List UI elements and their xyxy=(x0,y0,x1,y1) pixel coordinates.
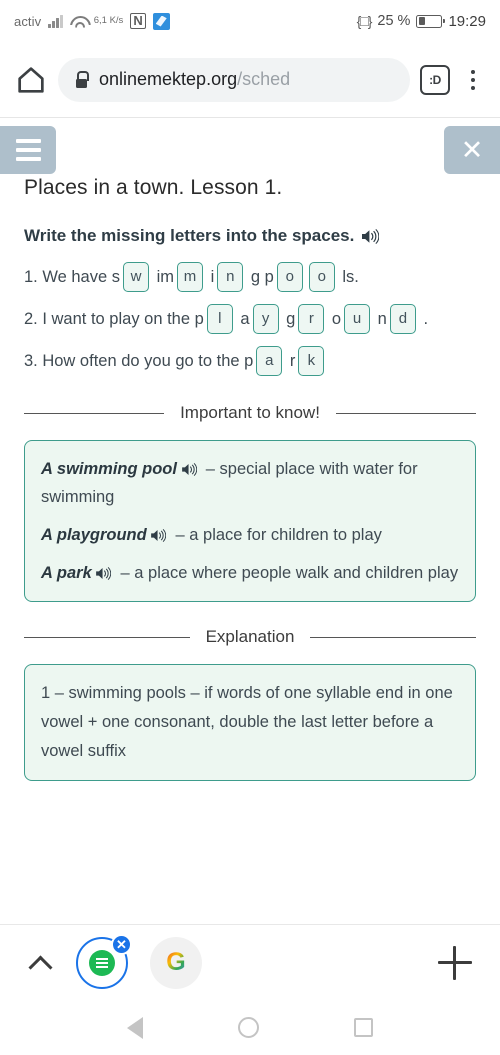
hamburger-icon xyxy=(15,139,41,161)
divider-line-right xyxy=(335,412,476,414)
browser-tab-strip: ✕ G xyxy=(0,924,500,1000)
explanation-divider: Explanation xyxy=(24,626,476,648)
home-circle-icon[interactable] xyxy=(237,1017,259,1038)
battery-icon xyxy=(416,14,446,28)
question-row: 2. I want to play on the pl ay gr ou nd … xyxy=(24,302,476,336)
recents-icon[interactable] xyxy=(353,1018,373,1037)
question-text: 3. How often do you go to the p xyxy=(24,352,254,370)
divider-line-left xyxy=(24,636,190,638)
question-text: g p xyxy=(246,268,274,286)
clock-label: 19:29 xyxy=(448,12,486,30)
speaker-icon[interactable] xyxy=(362,228,380,244)
article-icon xyxy=(89,949,115,976)
question-text: im xyxy=(152,268,174,286)
explanation-label: Explanation xyxy=(205,627,295,646)
letter-input[interactable]: k xyxy=(298,346,325,376)
speaker-icon[interactable] xyxy=(92,559,116,587)
nfc-icon: N xyxy=(130,13,146,29)
letter-input[interactable]: n xyxy=(217,262,244,292)
task-instruction-text: Write the missing letters into the space… xyxy=(24,226,355,245)
letter-input[interactable]: w xyxy=(123,262,149,292)
letter-input[interactable]: r xyxy=(298,304,325,334)
letter-input[interactable]: l xyxy=(206,304,233,334)
vocabulary-box: A swimming pool – special place with wat… xyxy=(24,440,476,602)
question-row: 3. How often do you go to the pa rk xyxy=(24,344,476,378)
vocabulary-item: A swimming pool – special place with wat… xyxy=(41,455,459,511)
data-rate-label: 6,1 K/s xyxy=(93,15,124,26)
question-text: a xyxy=(235,310,250,328)
lock-icon xyxy=(74,71,89,88)
menu-button[interactable] xyxy=(0,126,56,174)
browser-toolbar: onlinemektep.org/sched :D xyxy=(0,42,500,118)
vibrate-mode-icon: {□} xyxy=(356,13,373,29)
explanation-text: 1 – swimming pools – if words of one syl… xyxy=(41,684,453,760)
vocabulary-item: A playground – a place for children to p… xyxy=(41,521,459,549)
vocabulary-definition: – a place where people walk and children… xyxy=(115,564,459,582)
url-path: /sched xyxy=(237,69,291,89)
carrier-label: activ xyxy=(14,13,42,29)
tab-active[interactable]: ✕ xyxy=(76,933,132,989)
url-bar[interactable]: onlinemektep.org/sched xyxy=(58,57,410,102)
letter-input[interactable]: m xyxy=(177,262,203,292)
divider-line-right xyxy=(310,636,476,638)
important-to-know-divider: Important to know! xyxy=(24,402,476,424)
close-icon: ✕ xyxy=(460,134,484,165)
letter-input[interactable]: y xyxy=(252,304,279,334)
more-options-icon[interactable] xyxy=(460,65,486,95)
emoji-button[interactable]: :D xyxy=(420,64,450,95)
question-text: o xyxy=(327,310,342,328)
questions-list: 1. We have sw im m in g poo ls. 2. I want… xyxy=(24,260,476,378)
android-status-bar: activ 6,1 K/s N {□} 25 % 19:29 xyxy=(0,0,500,42)
page-header-buttons: ✕ xyxy=(0,118,500,174)
question-text: 1. We have s xyxy=(24,268,120,286)
tab-google-circle: G xyxy=(150,936,202,989)
url-domain: onlinemektep.org xyxy=(99,69,238,89)
status-bar-left: activ 6,1 K/s N xyxy=(14,12,170,30)
question-text: i xyxy=(206,268,215,286)
explanation-box: 1 – swimming pools – if words of one syl… xyxy=(24,664,476,781)
letter-input[interactable]: d xyxy=(389,304,416,334)
question-text: g xyxy=(281,310,296,328)
vocabulary-definition: – a place for children to play xyxy=(170,526,382,544)
back-icon[interactable] xyxy=(127,1016,144,1039)
question-text: 2. I want to play on the p xyxy=(24,310,204,328)
question-row: 1. We have sw im m in g poo ls. xyxy=(24,260,476,294)
chevron-up-icon[interactable] xyxy=(28,950,54,976)
letter-input[interactable]: o xyxy=(276,262,303,292)
vocabulary-term: A playground xyxy=(41,526,147,544)
important-to-know-label: Important to know! xyxy=(180,403,320,422)
speaker-icon[interactable] xyxy=(177,455,201,483)
battery-percent-label: 25 % xyxy=(377,13,411,29)
task-instruction: Write the missing letters into the space… xyxy=(24,226,476,246)
status-bar-right: {□} 25 % 19:29 xyxy=(357,13,486,30)
vocabulary-term: A park xyxy=(41,564,92,582)
page-title: Places in a town. Lesson 1. xyxy=(24,176,283,199)
speaker-icon[interactable] xyxy=(147,521,171,549)
android-nav-bar xyxy=(0,1000,500,1055)
divider-line-left xyxy=(24,412,165,414)
app-notification-icon xyxy=(152,12,170,30)
close-button[interactable]: ✕ xyxy=(444,126,500,174)
tab-close-icon[interactable]: ✕ xyxy=(111,933,132,955)
question-text: n xyxy=(373,310,387,328)
tab-google[interactable]: G xyxy=(150,936,202,989)
vocabulary-item: A park – a place where people walk and c… xyxy=(41,559,459,587)
letter-input[interactable]: a xyxy=(256,346,283,376)
wifi-icon xyxy=(70,15,87,28)
signal-strength-icon xyxy=(48,14,63,28)
google-icon: G xyxy=(166,948,186,976)
letter-input[interactable]: o xyxy=(308,262,335,292)
vocabulary-term: A swimming pool xyxy=(41,460,177,478)
home-icon[interactable] xyxy=(14,63,48,97)
question-text: . xyxy=(418,310,429,328)
new-tab-icon[interactable] xyxy=(438,945,472,980)
lesson-page: ✕ Places in a town. Lesson 1. Write the … xyxy=(0,118,500,924)
url-text: onlinemektep.org/sched xyxy=(99,69,290,90)
letter-input[interactable]: u xyxy=(344,304,371,334)
question-text: r xyxy=(285,352,296,370)
question-text: ls. xyxy=(337,268,359,286)
